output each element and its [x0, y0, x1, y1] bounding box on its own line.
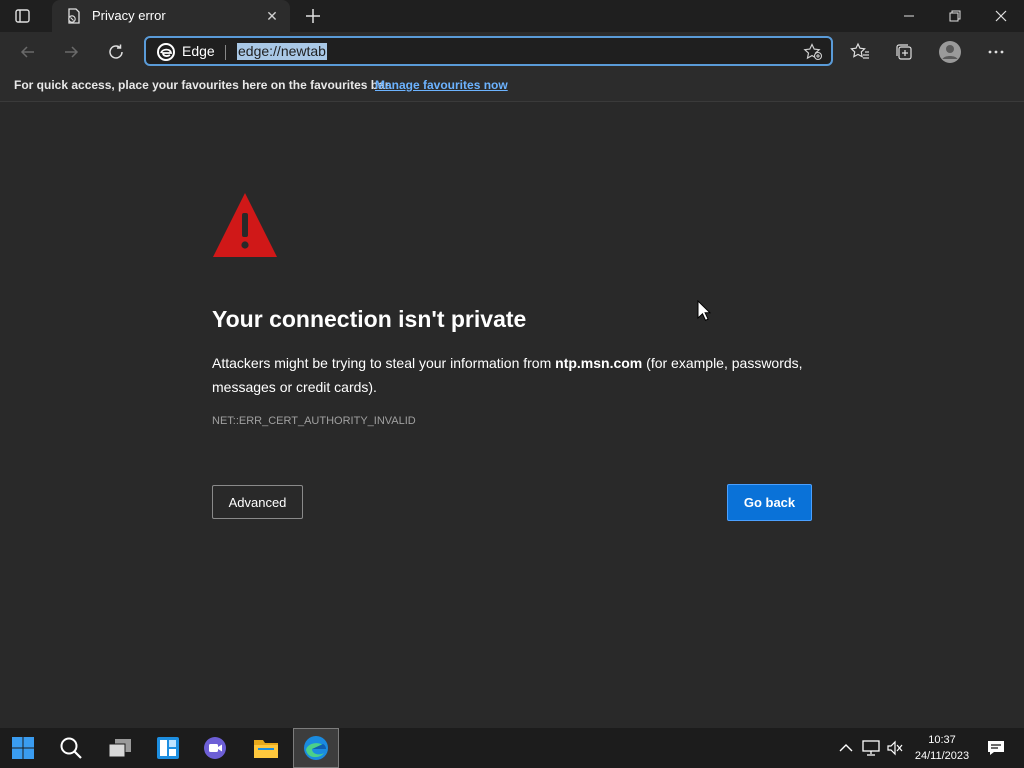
- close-window-button[interactable]: [978, 0, 1024, 32]
- page-title: Your connection isn't private: [212, 306, 527, 332]
- edge-icon[interactable]: [293, 728, 339, 768]
- taskbar: 10:37 24/11/2023: [0, 728, 1024, 768]
- favourites-bar: For quick access, place your favourites …: [0, 72, 1024, 102]
- refresh-icon[interactable]: [102, 38, 130, 66]
- profile-avatar-icon[interactable]: [936, 38, 964, 66]
- clock-date: 24/11/2023: [914, 750, 970, 762]
- browser-toolbar: Edge edge://newtab: [0, 32, 1024, 72]
- favourites-icon[interactable]: [846, 38, 874, 66]
- back-icon[interactable]: [14, 38, 42, 66]
- tab-privacy-error[interactable]: Privacy error ✕: [52, 0, 290, 32]
- restore-button[interactable]: [932, 0, 978, 32]
- edge-logo-icon: [157, 43, 175, 66]
- notifications-icon[interactable]: [984, 728, 1008, 768]
- more-options-icon[interactable]: [982, 38, 1010, 66]
- tab-actions-icon[interactable]: [14, 8, 32, 24]
- search-icon[interactable]: [48, 728, 94, 768]
- blocked-domain: ntp.msn.com: [555, 355, 643, 371]
- volume-muted-icon[interactable]: [884, 728, 906, 768]
- minimize-button[interactable]: [886, 0, 932, 32]
- error-code: NET::ERR_CERT_AUTHORITY_INVALID: [212, 415, 416, 427]
- new-tab-button[interactable]: [302, 5, 324, 27]
- description-text-before: Attackers might be trying to steal your …: [212, 355, 556, 371]
- title-bar: Privacy error ✕: [0, 0, 1024, 32]
- show-hidden-icons-chevron-icon[interactable]: [836, 728, 856, 768]
- clock-time: 10:37: [928, 734, 956, 746]
- tab-close-icon[interactable]: ✕: [262, 6, 282, 26]
- page-error-icon: [66, 8, 82, 29]
- widgets-icon[interactable]: [145, 728, 191, 768]
- favourites-bar-message: For quick access, place your favourites …: [14, 78, 393, 92]
- chat-icon[interactable]: [193, 728, 239, 768]
- mouse-cursor-icon: [697, 299, 712, 327]
- url-text[interactable]: edge://newtab: [237, 43, 327, 60]
- add-favourite-icon[interactable]: [803, 43, 823, 66]
- start-icon[interactable]: [0, 728, 46, 768]
- error-description: Attackers might be trying to steal your …: [212, 351, 822, 399]
- system-clock[interactable]: 10:37 24/11/2023: [906, 732, 978, 764]
- file-explorer-icon[interactable]: [243, 728, 289, 768]
- address-bar[interactable]: Edge edge://newtab: [144, 36, 833, 66]
- task-view-icon[interactable]: [97, 728, 143, 768]
- manage-favourites-link[interactable]: Manage favourites now: [375, 78, 508, 92]
- address-divider: [225, 45, 226, 60]
- tab-title: Privacy error: [92, 8, 166, 23]
- error-page: Your connection isn't private Attackers …: [0, 103, 1024, 728]
- address-brand-label: Edge: [182, 43, 215, 59]
- warning-triangle-icon: [211, 191, 279, 264]
- advanced-button[interactable]: Advanced: [212, 485, 303, 519]
- forward-icon[interactable]: [57, 38, 85, 66]
- collections-icon[interactable]: [890, 38, 918, 66]
- network-icon[interactable]: [860, 728, 882, 768]
- go-back-button[interactable]: Go back: [727, 484, 812, 521]
